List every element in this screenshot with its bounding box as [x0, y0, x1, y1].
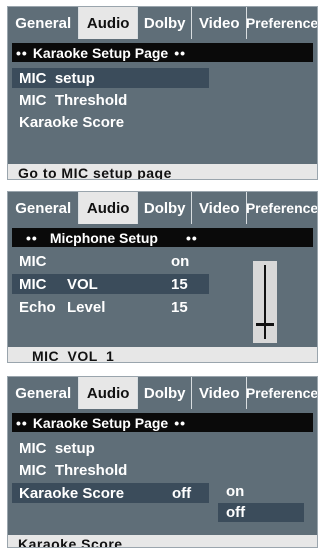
- tab-bar: General Audio Dolby Video Preference: [8, 7, 317, 39]
- header-dots-right: ••: [174, 414, 187, 431]
- tab-bar: General Audio Dolby Video Preference: [8, 192, 317, 224]
- tab-general[interactable]: General: [8, 192, 80, 224]
- karaoke-setup-panel: General Audio Dolby Video Preference •• …: [7, 6, 318, 180]
- page-header: •• Micphone Setup ••: [12, 228, 313, 247]
- header-dots-left: ••: [26, 229, 38, 246]
- menu-item-mic-setup[interactable]: MIC setup: [12, 438, 209, 458]
- page-header: •• Karaoke Setup Page ••: [12, 413, 313, 432]
- tab-dolby[interactable]: Dolby: [138, 377, 193, 409]
- setting-label: MIC: [19, 252, 47, 270]
- setting-row-echo-level[interactable]: Echo Level 15: [12, 297, 209, 317]
- option-on[interactable]: on: [218, 482, 304, 501]
- menu-item-label: Karaoke Score: [19, 113, 125, 131]
- setting-value: on: [171, 252, 190, 270]
- micphone-setup-panel: General Audio Dolby Video Preference •• …: [7, 191, 318, 363]
- tab-general[interactable]: General: [8, 377, 80, 409]
- tab-bar: General Audio Dolby Video Preference: [8, 377, 317, 409]
- setting-label: Echo: [19, 298, 56, 316]
- tab-preference[interactable]: Preference: [246, 7, 317, 39]
- status-footer: Karaoke Score: [8, 535, 317, 547]
- slider-knob[interactable]: [256, 323, 274, 327]
- menu-item-label: Karaoke Score: [19, 484, 125, 502]
- status-footer: Go to MIC setup page: [8, 164, 317, 179]
- volume-slider[interactable]: [253, 261, 277, 343]
- tab-audio[interactable]: Audio: [79, 377, 138, 409]
- page-title: Karaoke Setup Page: [32, 44, 169, 61]
- status-footer: MIC VOL 1: [8, 347, 317, 362]
- setting-sublabel: Level: [67, 298, 106, 316]
- tab-audio[interactable]: Audio: [79, 192, 138, 224]
- header-dots-right: ••: [174, 44, 187, 61]
- tab-preference[interactable]: Preference: [246, 377, 317, 409]
- header-dots-left: ••: [16, 44, 28, 61]
- menu-item-mic-threshold[interactable]: MIC Threshold: [12, 460, 209, 480]
- page-header: •• Karaoke Setup Page ••: [12, 43, 313, 62]
- menu-item-mic-threshold[interactable]: MIC Threshold: [12, 90, 209, 110]
- menu-item-label: MIC setup: [19, 69, 95, 87]
- karaoke-score-panel: General Audio Dolby Video Preference •• …: [7, 376, 318, 548]
- tab-dolby[interactable]: Dolby: [138, 7, 193, 39]
- menu-item-label: MIC Threshold: [19, 91, 128, 109]
- page-title: Karaoke Setup Page: [32, 414, 169, 431]
- setting-row-mic[interactable]: MIC on: [12, 251, 209, 271]
- tab-general[interactable]: General: [8, 7, 80, 39]
- menu-item-value: off: [172, 484, 192, 502]
- menu-item-mic-setup[interactable]: MIC setup: [12, 68, 209, 88]
- header-dots-right: ••: [185, 229, 198, 246]
- setting-value: 15: [171, 275, 188, 293]
- setting-label: MIC: [19, 275, 47, 293]
- page-title: Micphone Setup: [49, 229, 158, 246]
- tab-audio[interactable]: Audio: [79, 7, 138, 39]
- tab-preference[interactable]: Preference: [246, 192, 317, 224]
- menu-item-karaoke-score[interactable]: Karaoke Score off: [12, 483, 209, 503]
- menu-item-karaoke-score[interactable]: Karaoke Score: [12, 112, 209, 132]
- menu-item-label: MIC setup: [19, 439, 95, 457]
- tab-video[interactable]: Video: [192, 7, 248, 39]
- tab-dolby[interactable]: Dolby: [138, 192, 193, 224]
- tab-video[interactable]: Video: [192, 377, 248, 409]
- header-dots-left: ••: [16, 414, 28, 431]
- setting-row-mic-vol[interactable]: MIC VOL 15: [12, 274, 209, 294]
- option-off[interactable]: off: [218, 503, 304, 522]
- setting-sublabel: VOL: [67, 275, 98, 293]
- menu-item-label: MIC Threshold: [19, 461, 128, 479]
- tab-video[interactable]: Video: [192, 192, 248, 224]
- setting-value: 15: [171, 298, 188, 316]
- slider-track: [264, 265, 266, 339]
